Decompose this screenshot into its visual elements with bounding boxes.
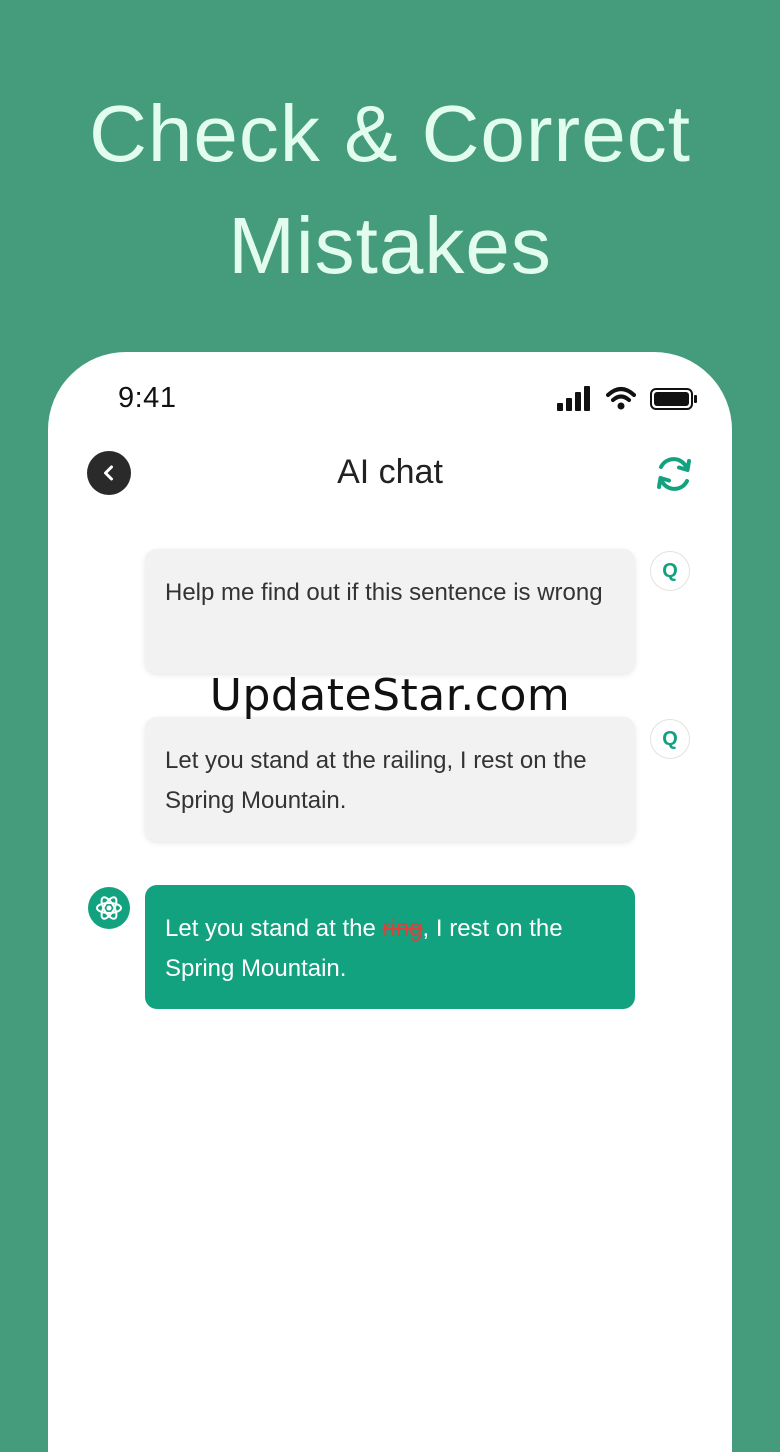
ai-message-bubble: Let you stand at the ring, I rest on the… (145, 885, 635, 1009)
status-time: 9:41 (118, 382, 177, 414)
headline-line-1: Check & Correct (89, 89, 691, 178)
user-avatar: Q (650, 551, 690, 591)
message-text-before: Let you stand at the (165, 915, 383, 942)
page-title: AI chat (337, 453, 443, 491)
phone-screen: 9:41 AI chat Help me find out if this se… (48, 352, 732, 1452)
refresh-button[interactable] (652, 452, 696, 496)
watermark: UpdateStar.com (209, 670, 571, 721)
ai-avatar (88, 887, 130, 929)
refresh-icon (657, 457, 691, 491)
wifi-icon (606, 387, 636, 410)
headline: Check & Correct Mistakes (0, 78, 780, 302)
battery-icon (650, 388, 697, 410)
message-text: Help me find out if this sentence is wro… (165, 579, 603, 606)
struck-word: ring (382, 915, 423, 942)
atom-icon (96, 896, 122, 920)
user-avatar: Q (650, 719, 690, 759)
user-message-bubble: Let you stand at the railing, I rest on … (145, 717, 635, 841)
signal-icon (557, 386, 590, 411)
headline-line-2: Mistakes (228, 201, 552, 290)
user-message-bubble: Help me find out if this sentence is wro… (145, 549, 635, 673)
message-text: Let you stand at the railing, I rest on … (165, 747, 587, 814)
